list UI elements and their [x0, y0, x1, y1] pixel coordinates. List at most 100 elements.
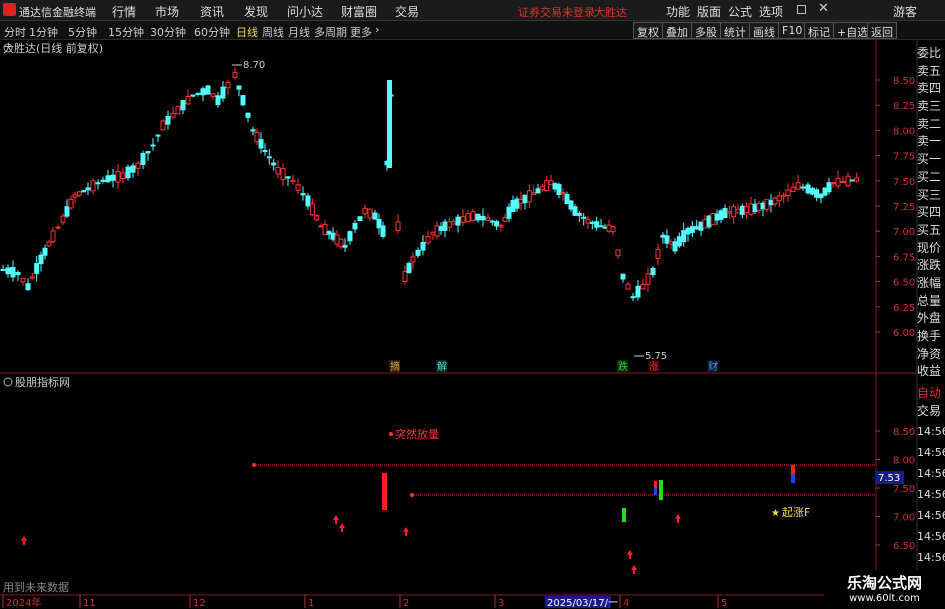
trade-label[interactable]: 交易: [917, 402, 945, 419]
quote-field-label: 卖一: [917, 134, 942, 149]
period-weekly[interactable]: 周线: [262, 24, 284, 40]
overlay-button[interactable]: 叠加: [662, 22, 692, 39]
candle-body: [347, 231, 353, 242]
close-icon[interactable]: ✕: [818, 1, 829, 16]
candle-body: [395, 221, 401, 231]
period-5min[interactable]: 5分钟: [68, 24, 97, 40]
candle-body: [676, 236, 682, 247]
main-axis-label: 7.00: [893, 227, 915, 238]
candle-body: [781, 194, 787, 197]
candle-body: [250, 129, 256, 132]
candle-body: [568, 200, 574, 210]
candle-body: [285, 176, 291, 179]
period-more[interactable]: 更多: [350, 24, 372, 40]
period-minute-chart[interactable]: 分时: [4, 24, 26, 40]
volume-surge-annotation: 突然放量: [395, 427, 439, 441]
candle-body: [170, 113, 176, 118]
restore-icon[interactable]: [797, 5, 806, 14]
rise-signal-annotation: 起涨F: [782, 506, 810, 519]
watermark-title: 乐淘公式网: [846, 574, 922, 592]
candle-body: [650, 268, 656, 276]
candle-body: [576, 212, 582, 216]
period-monthly[interactable]: 月线: [288, 24, 310, 40]
period-1min[interactable]: 1分钟: [29, 24, 58, 40]
candle-body: [772, 197, 778, 205]
candle-body: [744, 206, 750, 214]
menu-news[interactable]: 资讯: [200, 3, 224, 20]
menu-options[interactable]: 选项: [759, 3, 783, 20]
draw-line-button[interactable]: 画线: [749, 22, 779, 39]
date-label: 4: [623, 598, 629, 609]
period-15min[interactable]: 15分钟: [108, 24, 144, 40]
candle-body: [694, 226, 700, 230]
candle-body: [352, 222, 358, 230]
candle-body: [539, 186, 545, 191]
quote-side-panel: 委比 卖五 卖四 卖三 卖二 卖一 买一 买二 买三 买四 买五 现价 涨跌 涨幅 总量 外盘 换手 净资 收益: [917, 45, 945, 381]
period-60min[interactable]: 60分钟: [194, 24, 230, 40]
period-multi[interactable]: 多周期: [314, 24, 347, 40]
tick-time: 14:56: [917, 551, 945, 564]
menu-trade[interactable]: 交易: [395, 3, 419, 20]
mark-button[interactable]: 标记: [804, 22, 834, 39]
candle-body: [245, 112, 251, 118]
event-marker-financial[interactable]: 财: [708, 360, 718, 373]
menu-formula[interactable]: 公式: [728, 3, 752, 20]
candle-body: [125, 166, 131, 179]
sub-panel-collapse-icon[interactable]: [3, 377, 13, 387]
candle-body: [506, 206, 512, 219]
candle-body: [531, 192, 537, 195]
login-notice[interactable]: 证券交易未登录: [518, 4, 595, 20]
adjust-button[interactable]: 复权: [633, 22, 663, 39]
auto-label[interactable]: 自动: [917, 384, 945, 401]
event-marker-limit-up[interactable]: 涨: [649, 361, 659, 373]
menu-function[interactable]: 功能: [666, 3, 690, 20]
candle-body: [318, 225, 324, 228]
candle-body: [90, 180, 96, 192]
menu-discover[interactable]: 发现: [244, 3, 268, 20]
candle-body: [470, 211, 476, 221]
kline-chart[interactable]: 8.50 8.25 8.00 7.75 7.50 7.25 7.00 6.75 6.50 6.25…: [0, 40, 945, 609]
main-panel-title: 大胜达(日线 前复权): [3, 41, 103, 55]
high-price-label: 8.70: [243, 60, 265, 71]
candle-body: [76, 191, 82, 196]
menu-market[interactable]: 市场: [155, 3, 179, 20]
candle-body: [29, 276, 35, 279]
candle-body: [672, 241, 678, 252]
candle-body: [718, 210, 724, 220]
candle-body: [451, 221, 457, 225]
annotation-dot: [389, 432, 393, 436]
date-axis: 2024年 11 12 1 2 3 4 52025/03/17/一: [2, 595, 727, 609]
candle-body: [475, 213, 481, 221]
quote-field-label: 买四: [917, 205, 942, 220]
candle-body: [489, 220, 495, 223]
period-daily[interactable]: 日线: [236, 24, 258, 40]
menu-wealth[interactable]: 财富圈: [341, 3, 377, 20]
candle-body: [625, 283, 631, 290]
user-label[interactable]: 游客: [893, 3, 917, 20]
resistance-dot: [252, 463, 256, 467]
candle-body: [510, 199, 516, 213]
event-marker-delist[interactable]: 摘: [390, 360, 400, 373]
f10-button[interactable]: F10: [778, 22, 807, 39]
candle-body: [266, 156, 272, 159]
candle-body: [15, 272, 21, 276]
candle-body: [410, 256, 416, 263]
candle-body: [376, 219, 382, 229]
period-30min[interactable]: 30分钟: [150, 24, 186, 40]
candle-body: [668, 241, 674, 245]
menu-ask[interactable]: 问小达: [287, 3, 323, 20]
event-marker-limit-down[interactable]: 跌: [618, 360, 628, 373]
statistics-button[interactable]: 统计: [720, 22, 750, 39]
menu-quotes[interactable]: 行情: [112, 3, 136, 20]
back-button[interactable]: 返回: [867, 22, 897, 39]
date-label: 1: [308, 598, 314, 609]
candle-body: [689, 226, 695, 233]
candle-body: [764, 198, 770, 210]
candle-body: [275, 167, 281, 175]
candle-body: [494, 221, 500, 227]
chevron-right-icon[interactable]: ›: [375, 23, 379, 36]
multi-stock-button[interactable]: 多股: [691, 22, 721, 39]
candle-body: [681, 230, 687, 243]
event-marker-unlock[interactable]: 解: [437, 360, 447, 373]
menu-layout[interactable]: 版面: [697, 3, 721, 20]
